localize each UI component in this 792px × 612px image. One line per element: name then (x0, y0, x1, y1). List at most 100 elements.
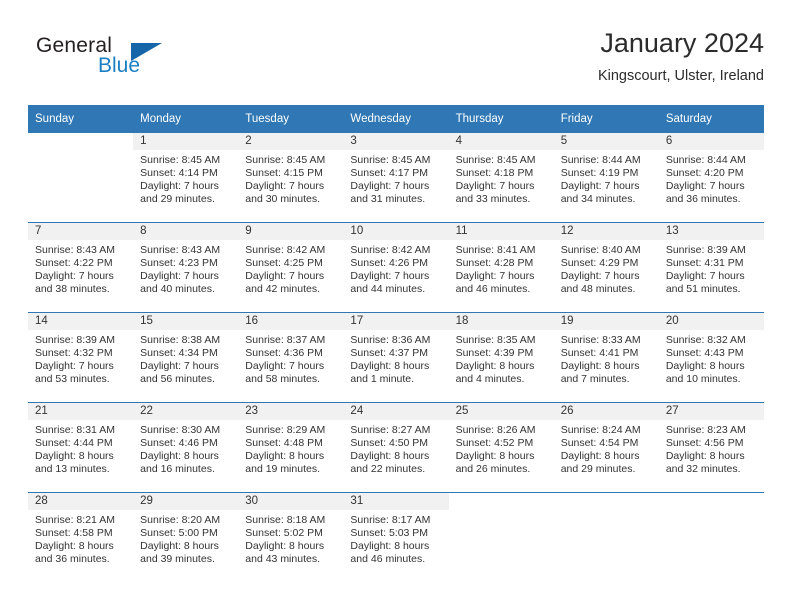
day-details (28, 150, 133, 154)
sunset-text: Sunset: 5:03 PM (350, 527, 429, 540)
day-details: Sunrise: 8:30 AM Sunset: 4:46 PM Daylight:… (133, 420, 238, 476)
daylight-text: Daylight: 7 hours and 44 minutes. (350, 270, 430, 296)
daylight-text: Daylight: 7 hours and 29 minutes. (140, 180, 219, 206)
day-details: Sunrise: 8:38 AM Sunset: 4:34 PM Daylight:… (133, 330, 238, 386)
sunrise-text: Sunrise: 8:44 AM (665, 154, 746, 166)
calendar-day-cell[interactable]: 13 Sunrise: 8:39 AM Sunset: 4:31 PM Dayligh… (658, 222, 764, 313)
calendar-day-cell[interactable]: 5 Sunrise: 8:44 AM Sunset: 4:19 PM Daylight… (553, 133, 659, 223)
sunset-text: Sunset: 4:18 PM (455, 167, 534, 180)
weekday-header-tuesday: Tuesday (238, 105, 344, 133)
calendar-day-cell[interactable]: 20 Sunrise: 8:32 AM Sunset: 4:43 PM Dayligh… (658, 312, 764, 403)
calendar-day-cell[interactable]: 8 Sunrise: 8:43 AM Sunset: 4:23 PM Daylight… (133, 222, 239, 313)
day-details: Sunrise: 8:31 AM Sunset: 4:44 PM Daylight:… (28, 420, 133, 476)
calendar-day-cell (658, 492, 764, 582)
empty-day-cell (658, 493, 764, 582)
day-cell: 23 Sunrise: 8:29 AM Sunset: 4:48 PM Dayligh… (238, 403, 344, 492)
calendar-day-cell[interactable]: 7 Sunrise: 8:43 AM Sunset: 4:22 PM Daylight… (28, 222, 134, 313)
calendar-day-cell[interactable]: 22 Sunrise: 8:30 AM Sunset: 4:46 PM Dayligh… (133, 402, 239, 493)
day-cell: 28 Sunrise: 8:21 AM Sunset: 4:58 PM Dayligh… (28, 493, 134, 582)
day-number: 7 (28, 223, 134, 240)
calendar-day-cell[interactable]: 15 Sunrise: 8:38 AM Sunset: 4:34 PM Dayligh… (133, 312, 239, 403)
day-details (659, 510, 764, 514)
daylight-text: Daylight: 8 hours and 46 minutes. (350, 540, 430, 566)
calendar-day-cell[interactable]: 14 Sunrise: 8:39 AM Sunset: 4:32 PM Dayligh… (28, 312, 134, 403)
calendar-day-cell[interactable]: 16 Sunrise: 8:37 AM Sunset: 4:36 PM Dayligh… (238, 312, 344, 403)
calendar-day-cell[interactable]: 3 Sunrise: 8:45 AM Sunset: 4:17 PM Daylight… (343, 133, 449, 223)
calendar-day-cell[interactable]: 18 Sunrise: 8:35 AM Sunset: 4:39 PM Dayligh… (448, 312, 554, 403)
sunrise-text: Sunrise: 8:43 AM (140, 244, 221, 256)
calendar-day-cell[interactable]: 9 Sunrise: 8:42 AM Sunset: 4:25 PM Daylight… (238, 222, 344, 313)
daylight-text: Daylight: 8 hours and 22 minutes. (350, 450, 430, 476)
calendar-day-cell[interactable]: 17 Sunrise: 8:36 AM Sunset: 4:37 PM Dayligh… (343, 312, 449, 403)
day-cell: 6 Sunrise: 8:44 AM Sunset: 4:20 PM Daylight… (658, 133, 764, 222)
empty-day-cell (28, 133, 134, 222)
calendar-day-cell[interactable]: 31 Sunrise: 8:17 AM Sunset: 5:03 PM Dayligh… (343, 492, 449, 582)
day-cell: 2 Sunrise: 8:45 AM Sunset: 4:15 PM Daylight… (238, 133, 344, 222)
sunrise-text: Sunrise: 8:33 AM (560, 334, 641, 346)
daylight-text: Daylight: 8 hours and 36 minutes. (35, 540, 114, 566)
day-details: Sunrise: 8:33 AM Sunset: 4:41 PM Daylight:… (554, 330, 659, 386)
calendar-day-cell[interactable]: 23 Sunrise: 8:29 AM Sunset: 4:48 PM Dayligh… (238, 402, 344, 493)
day-details: Sunrise: 8:21 AM Sunset: 4:58 PM Daylight:… (28, 510, 133, 566)
sunset-text: Sunset: 4:20 PM (665, 167, 744, 180)
calendar-day-cell[interactable]: 30 Sunrise: 8:18 AM Sunset: 5:02 PM Dayligh… (238, 492, 344, 582)
day-cell: 1 Sunrise: 8:45 AM Sunset: 4:14 PM Daylight… (133, 133, 239, 222)
day-details: Sunrise: 8:43 AM Sunset: 4:22 PM Daylight:… (28, 240, 133, 296)
sunset-text: Sunset: 5:02 PM (245, 527, 323, 540)
day-number: 18 (448, 313, 554, 330)
sunset-text: Sunset: 4:26 PM (350, 257, 429, 270)
day-number: 25 (448, 403, 554, 420)
day-cell: 7 Sunrise: 8:43 AM Sunset: 4:22 PM Daylight… (28, 223, 134, 312)
day-details: Sunrise: 8:44 AM Sunset: 4:20 PM Daylight:… (659, 150, 764, 206)
day-number (658, 493, 764, 510)
daylight-text: Daylight: 8 hours and 16 minutes. (140, 450, 219, 476)
calendar-day-cell[interactable]: 1 Sunrise: 8:45 AM Sunset: 4:14 PM Daylight… (133, 133, 239, 223)
sunset-text: Sunset: 4:54 PM (560, 437, 639, 450)
calendar-day-cell[interactable]: 29 Sunrise: 8:20 AM Sunset: 5:00 PM Dayligh… (133, 492, 239, 582)
day-cell: 3 Sunrise: 8:45 AM Sunset: 4:17 PM Daylight… (343, 133, 449, 222)
day-number: 22 (133, 403, 239, 420)
calendar-day-cell (553, 492, 659, 582)
sunrise-text: Sunrise: 8:43 AM (35, 244, 115, 256)
sunrise-text: Sunrise: 8:20 AM (140, 514, 221, 526)
calendar-day-cell[interactable]: 19 Sunrise: 8:33 AM Sunset: 4:41 PM Dayligh… (553, 312, 659, 403)
calendar-day-cell[interactable]: 26 Sunrise: 8:24 AM Sunset: 4:54 PM Dayligh… (553, 402, 659, 493)
day-details: Sunrise: 8:29 AM Sunset: 4:48 PM Daylight:… (238, 420, 343, 476)
day-cell: 19 Sunrise: 8:33 AM Sunset: 4:41 PM Dayligh… (553, 313, 659, 402)
daylight-text: Daylight: 7 hours and 46 minutes. (455, 270, 535, 296)
daylight-text: Daylight: 8 hours and 19 minutes. (245, 450, 325, 476)
day-details: Sunrise: 8:27 AM Sunset: 4:50 PM Daylight:… (343, 420, 448, 476)
calendar-day-cell[interactable]: 10 Sunrise: 8:42 AM Sunset: 4:26 PM Dayligh… (343, 222, 449, 313)
calendar-day-cell[interactable]: 12 Sunrise: 8:40 AM Sunset: 4:29 PM Dayligh… (553, 222, 659, 313)
sunset-text: Sunset: 4:14 PM (140, 167, 218, 180)
sunrise-text: Sunrise: 8:23 AM (665, 424, 746, 436)
day-details: Sunrise: 8:32 AM Sunset: 4:43 PM Daylight:… (659, 330, 764, 386)
title-block: January 2024 Kingscourt, Ulster, Ireland (598, 26, 764, 87)
daylight-text: Daylight: 7 hours and 34 minutes. (560, 180, 640, 206)
brand-logo[interactable]: General Blue (36, 34, 216, 90)
calendar-day-cell[interactable]: 4 Sunrise: 8:45 AM Sunset: 4:18 PM Daylight… (448, 133, 554, 223)
calendar-day-cell[interactable]: 21 Sunrise: 8:31 AM Sunset: 4:44 PM Dayligh… (28, 402, 134, 493)
day-number: 31 (343, 493, 449, 510)
calendar-day-cell[interactable]: 28 Sunrise: 8:21 AM Sunset: 4:58 PM Dayligh… (28, 492, 134, 582)
day-cell: 13 Sunrise: 8:39 AM Sunset: 4:31 PM Dayligh… (658, 223, 764, 312)
day-details: Sunrise: 8:23 AM Sunset: 4:56 PM Daylight:… (659, 420, 764, 476)
sunset-text: Sunset: 4:29 PM (560, 257, 639, 270)
day-number: 4 (448, 133, 554, 150)
day-details: Sunrise: 8:45 AM Sunset: 4:15 PM Daylight:… (238, 150, 343, 206)
calendar-day-cell[interactable]: 24 Sunrise: 8:27 AM Sunset: 4:50 PM Dayligh… (343, 402, 449, 493)
calendar-day-cell[interactable]: 2 Sunrise: 8:45 AM Sunset: 4:15 PM Daylight… (238, 133, 344, 223)
calendar-day-cell[interactable]: 6 Sunrise: 8:44 AM Sunset: 4:20 PM Daylight… (658, 133, 764, 223)
calendar-day-cell[interactable]: 25 Sunrise: 8:26 AM Sunset: 4:52 PM Dayligh… (448, 402, 554, 493)
day-cell: 27 Sunrise: 8:23 AM Sunset: 4:56 PM Dayligh… (658, 403, 764, 492)
sunrise-text: Sunrise: 8:35 AM (455, 334, 536, 346)
day-cell: 8 Sunrise: 8:43 AM Sunset: 4:23 PM Daylight… (133, 223, 239, 312)
weekday-header-saturday: Saturday (658, 105, 764, 133)
day-cell: 22 Sunrise: 8:30 AM Sunset: 4:46 PM Dayligh… (133, 403, 239, 492)
calendar-day-cell[interactable]: 27 Sunrise: 8:23 AM Sunset: 4:56 PM Dayligh… (658, 402, 764, 493)
calendar-day-cell[interactable]: 11 Sunrise: 8:41 AM Sunset: 4:28 PM Dayligh… (448, 222, 554, 313)
day-number: 15 (133, 313, 239, 330)
weekday-header-wednesday: Wednesday (343, 105, 449, 133)
daylight-text: Daylight: 7 hours and 30 minutes. (245, 180, 325, 206)
daylight-text: Daylight: 7 hours and 58 minutes. (245, 360, 325, 386)
